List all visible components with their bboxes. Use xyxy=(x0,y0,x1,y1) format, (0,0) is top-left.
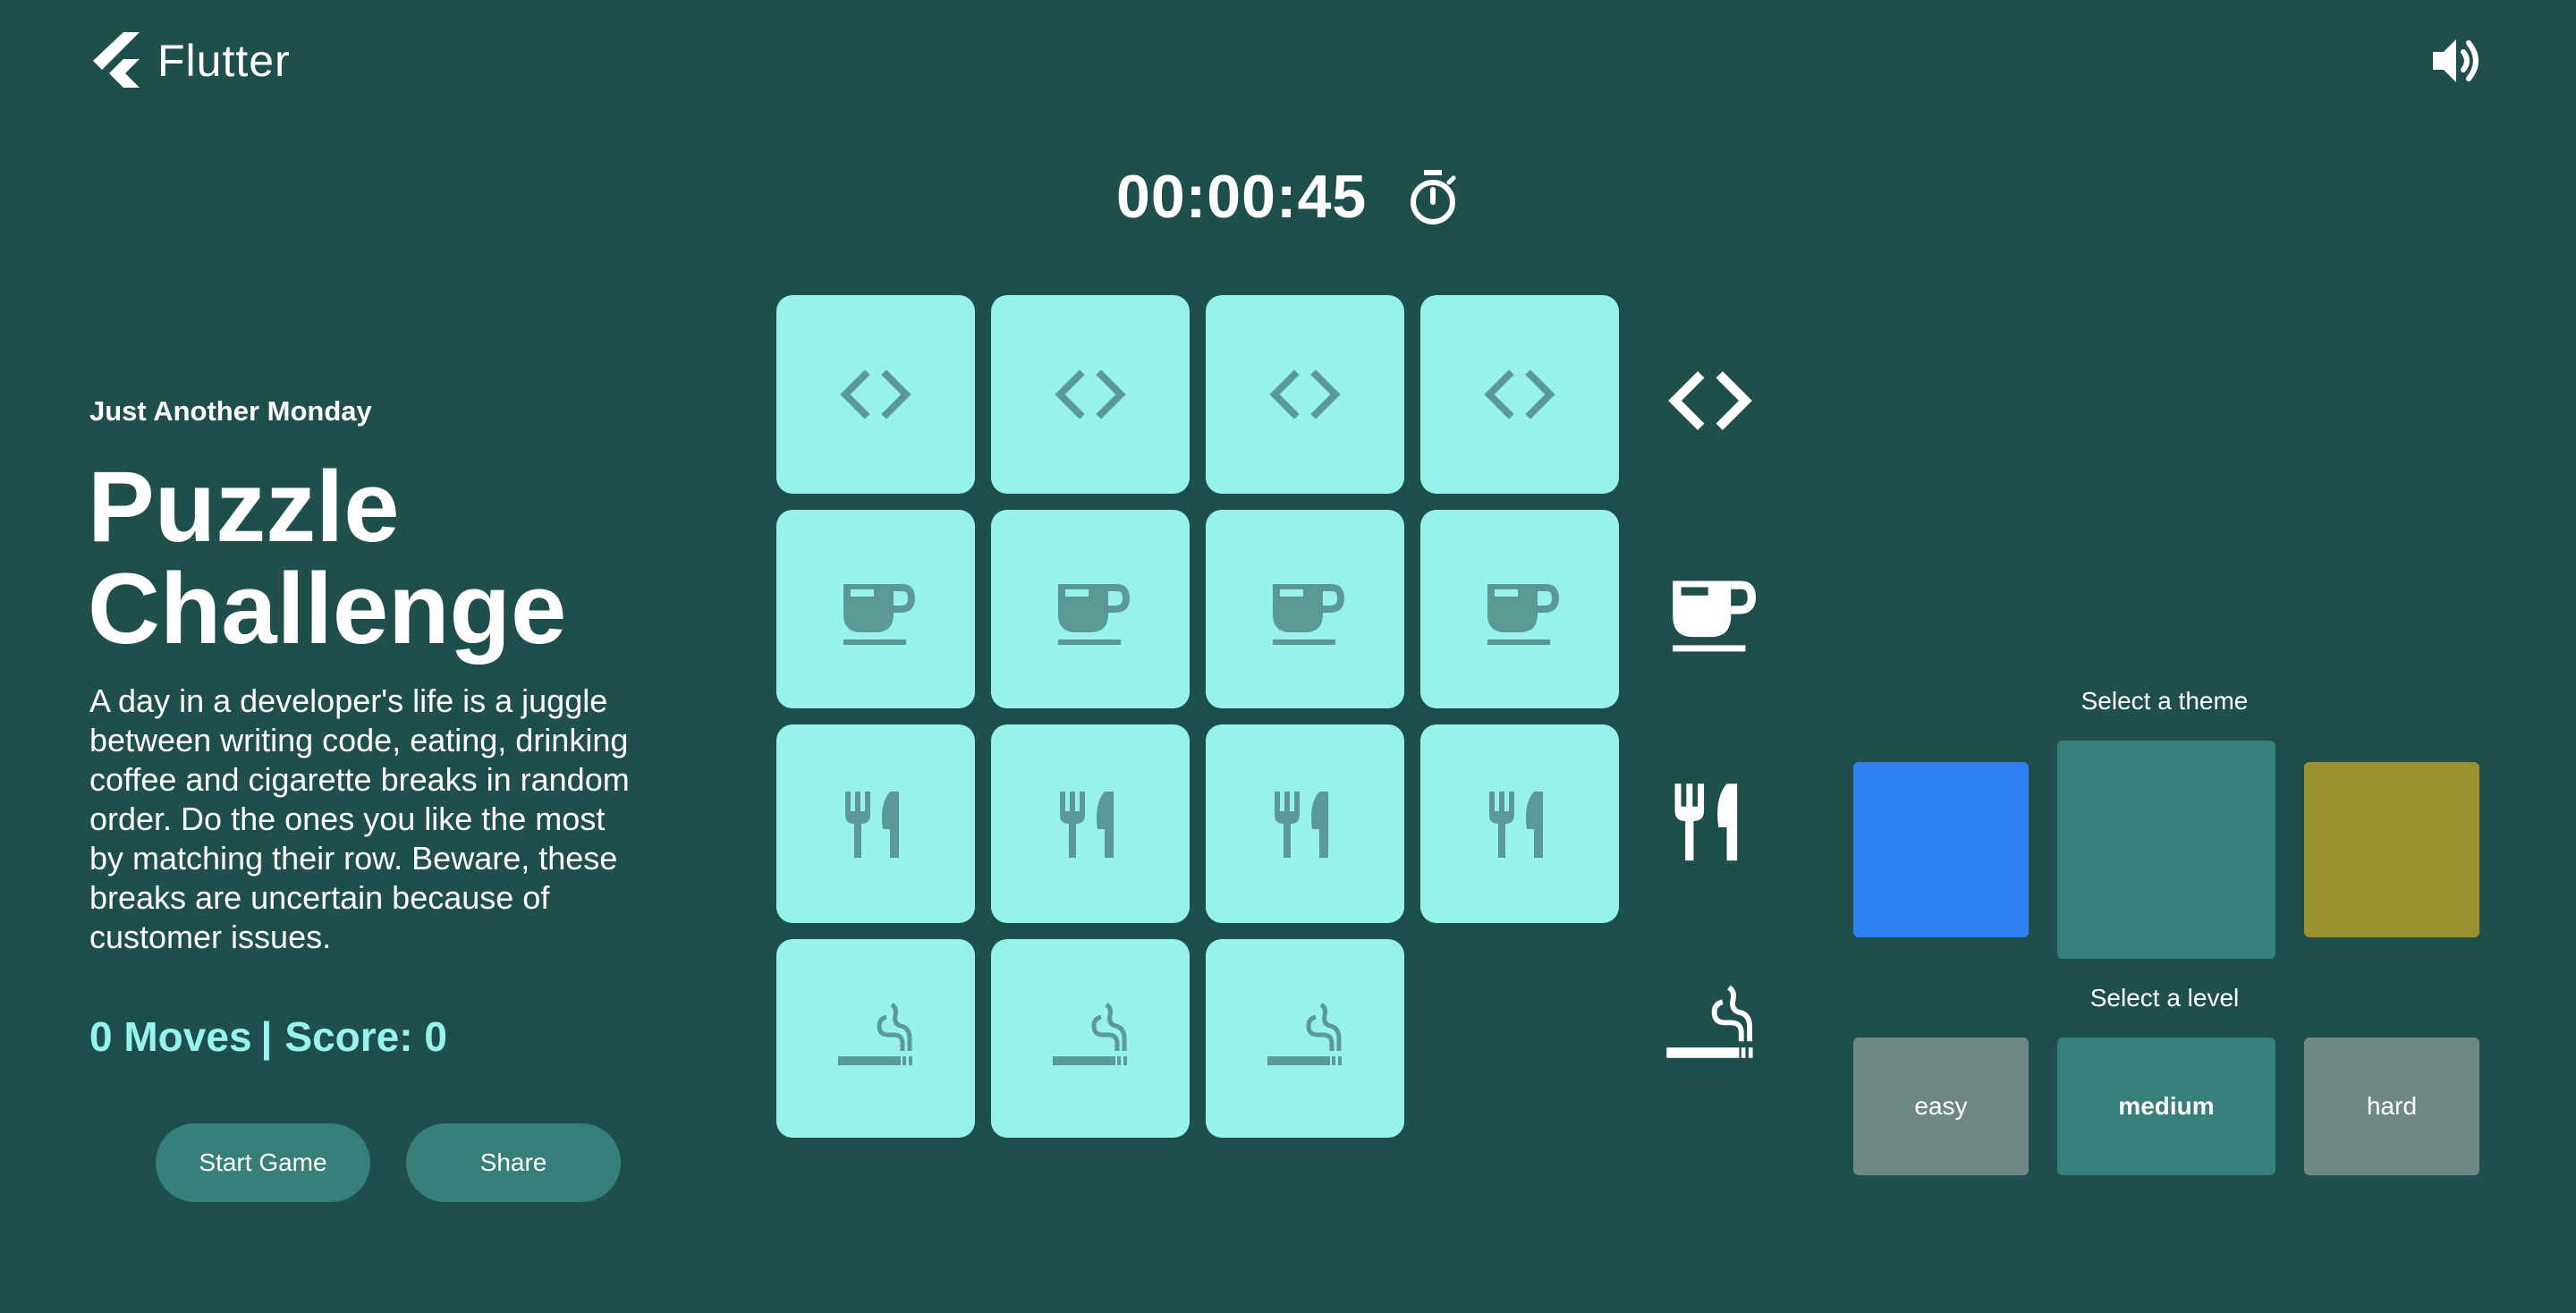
code-icon xyxy=(1055,369,1126,419)
coffee-icon xyxy=(1487,584,1560,645)
moves-count: 0 Moves xyxy=(89,1013,252,1060)
tile-smoking[interactable] xyxy=(991,939,1190,1138)
smoking-icon xyxy=(838,1002,912,1065)
row-target-coffee xyxy=(1658,558,1762,666)
theme-option-teal[interactable] xyxy=(2057,741,2275,959)
restaurant-icon xyxy=(1489,792,1543,858)
score-value: Score: 0 xyxy=(284,1013,447,1060)
restaurant-icon xyxy=(845,792,899,858)
share-button[interactable]: Share xyxy=(406,1123,621,1202)
tile-smoking[interactable] xyxy=(776,939,975,1138)
tile-code[interactable] xyxy=(991,295,1190,494)
code-icon xyxy=(1269,369,1341,419)
level-label: Select a level xyxy=(2089,984,2240,1012)
game-timer: 00:00:45 xyxy=(1116,163,1368,231)
game-stats: 0 Moves | Score: 0 xyxy=(89,1011,447,1063)
restaurant-icon xyxy=(1060,792,1114,858)
tile-code[interactable] xyxy=(1206,295,1404,494)
smoking-icon xyxy=(1267,1002,1342,1065)
theme-label: Select a theme xyxy=(2080,687,2249,715)
coffee-icon xyxy=(1673,580,1757,652)
stopwatch-icon xyxy=(1411,170,1456,224)
smoking-icon xyxy=(1666,985,1753,1058)
flutter-logo-icon xyxy=(93,32,140,88)
tile-restaurant[interactable] xyxy=(776,724,975,923)
theme-option-blue[interactable] xyxy=(1853,762,2029,937)
row-target-smoking xyxy=(1658,975,1762,1083)
logo-text: Flutter xyxy=(157,36,291,86)
stats-separator: | xyxy=(260,1013,273,1060)
tile-coffee[interactable] xyxy=(1420,510,1619,708)
tile-restaurant[interactable] xyxy=(1206,724,1404,923)
restaurant-icon xyxy=(1674,784,1738,861)
tile-code[interactable] xyxy=(1420,295,1619,494)
tile-restaurant[interactable] xyxy=(1420,724,1619,923)
row-target-restaurant xyxy=(1658,769,1762,877)
tile-coffee[interactable] xyxy=(991,510,1190,708)
coffee-icon xyxy=(1058,584,1131,645)
tile-code[interactable] xyxy=(776,295,975,494)
code-icon xyxy=(1484,369,1555,419)
volume-up-icon[interactable] xyxy=(2429,36,2483,86)
theme-option-olive[interactable] xyxy=(2304,762,2479,937)
tile-smoking[interactable] xyxy=(1206,939,1404,1138)
code-icon xyxy=(840,369,911,419)
row-target-code xyxy=(1658,349,1762,457)
tile-coffee[interactable] xyxy=(776,510,975,708)
game-description: A day in a developer's life is a juggle … xyxy=(89,682,630,955)
level-easy-button[interactable]: easy xyxy=(1853,1038,2029,1175)
smoking-icon xyxy=(1053,1002,1127,1065)
level-medium-button[interactable]: medium xyxy=(2057,1038,2275,1175)
restaurant-icon xyxy=(1275,792,1328,858)
page-title: Puzzle Challenge xyxy=(88,451,567,665)
start-game-button[interactable]: Start Game xyxy=(156,1123,370,1202)
tile-restaurant[interactable] xyxy=(991,724,1190,923)
code-icon xyxy=(1668,371,1752,430)
level-hard-button[interactable]: hard xyxy=(2304,1038,2479,1175)
coffee-icon xyxy=(843,584,916,645)
tile-coffee[interactable] xyxy=(1206,510,1404,708)
level-subtitle: Just Another Monday xyxy=(89,395,372,427)
coffee-icon xyxy=(1273,584,1345,645)
